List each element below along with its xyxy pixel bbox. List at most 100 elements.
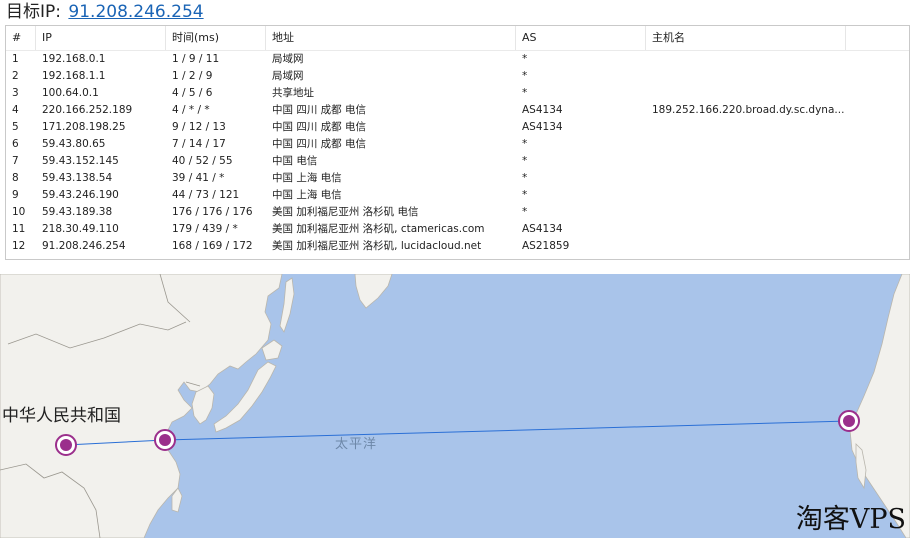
cell-as: *: [522, 206, 528, 218]
table-body: 1 192.168.0.1 1 / 9 / 11 局域网 * 2 192.168.1.1 1 …: [6, 51, 909, 255]
cell-address: 中国 四川 成都 电信: [272, 104, 367, 116]
cell-time: 4 / * / *: [172, 104, 210, 116]
cell-index: 11: [12, 223, 26, 235]
route-map[interactable]: 中华人民共和国 太平洋 淘客VPS: [0, 274, 910, 538]
cell-ip: 91.208.246.254: [42, 240, 126, 252]
column-header-address[interactable]: 地址: [266, 26, 516, 50]
cell-as: AS4134: [522, 223, 563, 235]
cell-as: AS4134: [522, 104, 563, 116]
cell-time: 44 / 73 / 121: [172, 189, 240, 201]
trace-route-window: 目标IP: 91.208.246.254 # IP 时间(ms) 地址 AS 主…: [0, 0, 910, 538]
cell-hostname: [646, 119, 846, 136]
table-row[interactable]: 2 192.168.1.1 1 / 2 / 9 局域网 *: [6, 68, 909, 85]
watermark: 淘客VPS: [795, 504, 906, 535]
table-row[interactable]: 4 220.166.252.189 4 / * / * 中国 四川 成都 电信 AS41…: [6, 102, 909, 119]
cell-hostname: [646, 68, 846, 85]
cell-address: 局域网: [272, 53, 304, 65]
cell-ip: 100.64.0.1: [42, 87, 99, 99]
cell-as: *: [522, 87, 528, 99]
table-row[interactable]: 9 59.43.246.190 44 / 73 / 121 中国 上海 电信 *: [6, 187, 909, 204]
cell-hostname: [646, 153, 846, 170]
cell-index: 9: [12, 189, 19, 201]
cell-address: 中国 上海 电信: [272, 172, 342, 184]
table-header: # IP 时间(ms) 地址 AS 主机名: [6, 26, 909, 51]
cell-as: AS4134: [522, 121, 563, 133]
target-ip-link[interactable]: 91.208.246.254: [68, 2, 203, 22]
cell-address: 美国 加利福尼亚州 洛杉矶, lucidacloud.net: [272, 240, 482, 252]
cell-ip: 59.43.246.190: [42, 189, 119, 201]
cell-address: 美国 加利福尼亚州 洛杉矶, ctamericas.com: [272, 223, 485, 235]
cell-address: 共享地址: [272, 87, 314, 99]
cell-ip: 59.43.138.54: [42, 172, 113, 184]
table-row[interactable]: 8 59.43.138.54 39 / 41 / * 中国 上海 电信 *: [6, 170, 909, 187]
cell-as: *: [522, 189, 528, 201]
cell-index: 1: [12, 53, 19, 65]
target-ip-header: 目标IP: 91.208.246.254: [6, 0, 204, 24]
column-header-ip[interactable]: IP: [36, 26, 166, 50]
map-label-country: 中华人民共和国: [2, 406, 121, 426]
cell-time: 4 / 5 / 6: [172, 87, 213, 99]
table-row[interactable]: 7 59.43.152.145 40 / 52 / 55 中国 电信 *: [6, 153, 909, 170]
target-ip-label: 目标IP:: [6, 2, 61, 22]
table-row[interactable]: 3 100.64.0.1 4 / 5 / 6 共享地址 *: [6, 85, 909, 102]
column-header-as[interactable]: AS: [516, 26, 646, 50]
cell-hostname: 189.252.166.220.broad.dy.sc.dyna...: [652, 104, 845, 116]
hops-table: # IP 时间(ms) 地址 AS 主机名 1 192.168.0.1 1 / 9 …: [5, 25, 910, 260]
hop-marker-los-angeles[interactable]: [838, 410, 860, 432]
cell-as: *: [522, 172, 528, 184]
cell-ip: 59.43.152.145: [42, 155, 119, 167]
cell-address: 局域网: [272, 70, 304, 82]
cell-time: 1 / 2 / 9: [172, 70, 213, 82]
table-row[interactable]: 5 171.208.198.25 9 / 12 / 13 中国 四川 成都 电信 AS4…: [6, 119, 909, 136]
cell-ip: 218.30.49.110: [42, 223, 119, 235]
cell-address: 中国 电信: [272, 155, 318, 167]
map-canvas: [0, 274, 910, 538]
cell-index: 3: [12, 87, 19, 99]
cell-time: 176 / 176 / 176: [172, 206, 253, 218]
cell-hostname: [646, 238, 846, 255]
cell-index: 5: [12, 121, 19, 133]
cell-ip: 192.168.0.1: [42, 53, 106, 65]
hop-marker-shanghai[interactable]: [154, 429, 176, 451]
cell-ip: 59.43.189.38: [42, 206, 113, 218]
cell-time: 40 / 52 / 55: [172, 155, 233, 167]
map-label-ocean: 太平洋: [335, 437, 378, 452]
cell-hostname: [646, 204, 846, 221]
cell-index: 4: [12, 104, 19, 116]
cell-time: 39 / 41 / *: [172, 172, 225, 184]
cell-hostname: [646, 85, 846, 102]
cell-index: 12: [12, 240, 26, 252]
table-row[interactable]: 1 192.168.0.1 1 / 9 / 11 局域网 *: [6, 51, 909, 68]
cell-index: 10: [12, 206, 26, 218]
cell-ip: 220.166.252.189: [42, 104, 133, 116]
cell-address: 美国 加利福尼亚州 洛杉矶 电信: [272, 206, 419, 218]
cell-time: 9 / 12 / 13: [172, 121, 226, 133]
table-row[interactable]: 12 91.208.246.254 168 / 169 / 172 美国 加利福尼亚州…: [6, 238, 909, 255]
cell-time: 1 / 9 / 11: [172, 53, 220, 65]
column-header-time[interactable]: 时间(ms): [166, 26, 266, 50]
cell-ip: 171.208.198.25: [42, 121, 126, 133]
cell-time: 179 / 439 / *: [172, 223, 238, 235]
table-row[interactable]: 11 218.30.49.110 179 / 439 / * 美国 加利福尼亚州 洛杉…: [6, 221, 909, 238]
cell-address: 中国 四川 成都 电信: [272, 121, 367, 133]
cell-hostname: [646, 187, 846, 204]
cell-index: 8: [12, 172, 19, 184]
cell-ip: 192.168.1.1: [42, 70, 106, 82]
cell-as: *: [522, 138, 528, 150]
cell-hostname: [646, 221, 846, 238]
cell-hostname: [646, 51, 846, 68]
cell-hostname: [646, 136, 846, 153]
cell-as: *: [522, 53, 528, 65]
cell-time: 168 / 169 / 172: [172, 240, 253, 252]
hop-marker-chengdu[interactable]: [55, 434, 77, 456]
cell-time: 7 / 14 / 17: [172, 138, 226, 150]
cell-address: 中国 上海 电信: [272, 189, 342, 201]
cell-ip: 59.43.80.65: [42, 138, 106, 150]
table-row[interactable]: 10 59.43.189.38 176 / 176 / 176 美国 加利福尼亚州 洛…: [6, 204, 909, 221]
table-row[interactable]: 6 59.43.80.65 7 / 14 / 17 中国 四川 成都 电信 *: [6, 136, 909, 153]
column-header-hostname[interactable]: 主机名: [646, 26, 846, 50]
cell-hostname: [646, 170, 846, 187]
cell-as: *: [522, 155, 528, 167]
column-header-index[interactable]: #: [6, 26, 36, 50]
cell-index: 7: [12, 155, 19, 167]
